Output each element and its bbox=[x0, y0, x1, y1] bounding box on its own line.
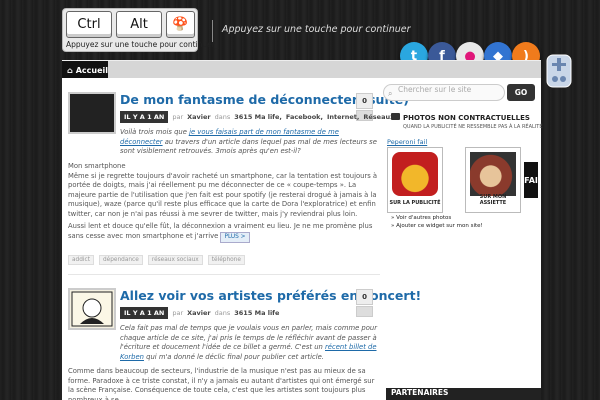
main-nav: ⌂ Accueil bbox=[62, 60, 541, 79]
post-meta: IL Y A 1 AN par Xavier dans 3615 Ma life bbox=[120, 306, 279, 319]
post-title[interactable]: Allez voir vos artistes préférés en conc… bbox=[120, 288, 421, 303]
ctrl-key-icon: Ctrl bbox=[66, 11, 112, 38]
post-paragraph: Même si je regrette toujours d'avoir rac… bbox=[68, 171, 378, 218]
category-link[interactable]: Réseaux bbox=[363, 113, 394, 121]
tag-link[interactable]: dépendance bbox=[98, 255, 143, 265]
category-link[interactable]: Facebook, bbox=[286, 113, 323, 121]
post-intro: Cela fait pas mal de temps que je voulai… bbox=[120, 324, 378, 361]
mushroom-key-icon: 🍄 bbox=[166, 11, 195, 38]
post-paragraph: Comme dans beaucoup de secteurs, l'indus… bbox=[68, 367, 375, 400]
tag-link[interactable]: addict bbox=[68, 255, 94, 265]
category-link[interactable]: 3615 Ma life bbox=[234, 309, 279, 317]
post-age-badge: IL Y A 1 AN bbox=[120, 110, 169, 123]
more-photos-link[interactable]: » Voir d'autres photos bbox=[391, 214, 483, 222]
post-age-badge: IL Y A 1 AN bbox=[120, 306, 169, 319]
author-link[interactable]: Xavier bbox=[187, 309, 210, 317]
post-body: Comme dans beaucoup de secteurs, l'indus… bbox=[68, 367, 380, 400]
main-content: De mon fantasme de déconnecter (suite) 0… bbox=[62, 78, 543, 400]
nav-tab-home[interactable]: ⌂ Accueil bbox=[62, 61, 108, 79]
post-thumbnail[interactable] bbox=[68, 92, 116, 134]
search-input[interactable]: ⌕ Chercher sur le site bbox=[383, 84, 505, 101]
tag-link[interactable]: réseaux sociaux bbox=[147, 255, 203, 265]
add-widget-link[interactable]: » Ajouter ce widget sur mon site! bbox=[391, 222, 483, 230]
tagline-divider bbox=[212, 20, 213, 42]
nav-tab-home-label: Accueil bbox=[75, 65, 109, 75]
post-meta: IL Y A 1 AN par Xavier dans 3615 Ma life… bbox=[120, 110, 394, 123]
widget-links: » Voir d'autres photos » Ajouter ce widg… bbox=[391, 214, 483, 230]
category-link[interactable]: Internet, bbox=[327, 113, 359, 121]
read-more-button[interactable]: PLUS > bbox=[220, 231, 250, 243]
real-photo[interactable]: SUR MON ASSIETTE bbox=[465, 147, 521, 213]
home-icon: ⌂ bbox=[67, 65, 73, 75]
comment-count-base bbox=[356, 306, 373, 317]
post-divider bbox=[68, 274, 380, 275]
widget-photo-link[interactable]: Peperoni fail bbox=[387, 138, 427, 146]
alt-key-icon: Alt bbox=[116, 11, 162, 38]
partners-heading: PARTENAIRES bbox=[386, 388, 541, 400]
post-tags: addict dépendance réseaux sociaux téléph… bbox=[68, 255, 245, 265]
post-intro: Voilà trois mois que je vous faisais par… bbox=[120, 128, 377, 155]
site-logo[interactable]: Ctrl Alt 🍄 Appuyez sur une touche pour c… bbox=[62, 8, 219, 52]
comment-count[interactable]: 0 bbox=[356, 289, 373, 305]
tag-link[interactable]: téléphone bbox=[207, 255, 245, 265]
logo-subtitle: Appuyez sur une touche pour continuer_ bbox=[66, 40, 219, 49]
gamepad-icon bbox=[546, 54, 572, 88]
post-thumbnail[interactable] bbox=[68, 288, 116, 330]
real-caption: SUR MON ASSIETTE bbox=[479, 194, 507, 206]
ad-caption: SUR LA PUBLICITÉ bbox=[389, 200, 441, 206]
comic-art-icon bbox=[71, 291, 113, 327]
author-link[interactable]: Xavier bbox=[187, 113, 210, 121]
ad-photo[interactable]: SUR LA PUBLICITÉ bbox=[387, 147, 443, 213]
fail-photo[interactable]: FAI bbox=[524, 162, 538, 198]
widget-subtitle: QUAND LA PUBLICITÉ NE RESSEMBLE PAS À LA… bbox=[403, 124, 543, 130]
search-go-button[interactable]: GO bbox=[507, 84, 535, 101]
pizza-plate-image bbox=[470, 152, 516, 196]
post-paragraph: Aussi lent et douce qu'elle fût, la déco… bbox=[68, 222, 380, 243]
comment-count[interactable]: 0 bbox=[356, 93, 373, 109]
search-icon: ⌕ bbox=[388, 89, 393, 98]
post-body: Mon smartphone Même si je regrette toujo… bbox=[68, 162, 380, 243]
search-placeholder: Chercher sur le site bbox=[398, 85, 472, 94]
widget-title: PHOTOS NON CONTRACTUELLES bbox=[403, 114, 530, 122]
site-tagline: Appuyez sur une touche pour continuer bbox=[222, 24, 411, 35]
category-link[interactable]: 3615 Ma life, bbox=[234, 113, 282, 121]
post-subheading: Mon smartphone bbox=[68, 162, 126, 170]
camera-icon bbox=[391, 113, 400, 120]
pizza-box-image bbox=[392, 152, 438, 196]
